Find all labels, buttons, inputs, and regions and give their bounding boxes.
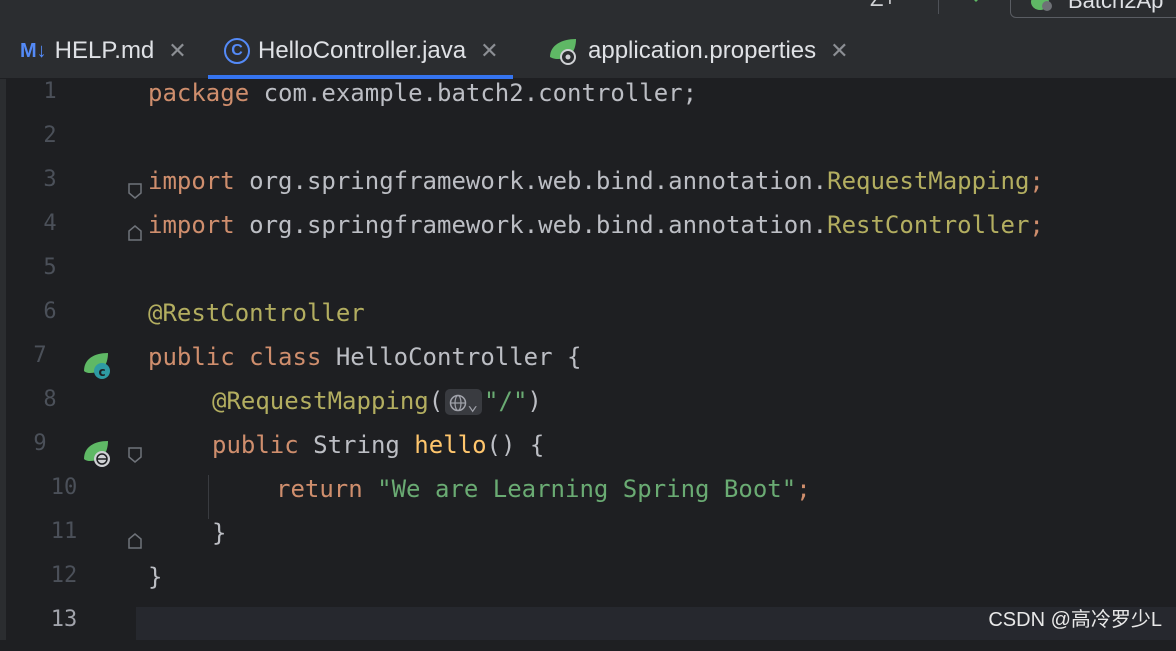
code-line-10: return "We are Learning Spring Boot";: [276, 475, 811, 503]
fold-marker-icon[interactable]: [128, 183, 142, 199]
close-icon[interactable]: ✕: [480, 38, 498, 64]
spring-properties-icon: [550, 39, 576, 65]
fold-end-icon[interactable]: [128, 533, 142, 549]
line-number: 8: [43, 387, 57, 412]
line-number: 2: [43, 123, 57, 148]
fold-end-icon[interactable]: [128, 225, 142, 241]
code-line-12: }: [148, 563, 163, 591]
code-line-1: package com.example.batch2.controller;: [148, 79, 698, 107]
svg-text:c: c: [98, 365, 105, 379]
close-icon[interactable]: ✕: [830, 38, 848, 64]
line-number: 7: [33, 343, 47, 368]
line-number: 1: [43, 79, 57, 104]
code-line-11: }: [212, 519, 227, 547]
java-class-icon: C: [224, 38, 250, 64]
line-number: 3: [43, 167, 57, 192]
line-number: 11: [50, 519, 78, 544]
code-line-9: public String hello() {: [212, 431, 545, 459]
tab-hellocontroller-java[interactable]: C HelloController.java ✕: [208, 24, 513, 79]
editor-gutter: 1 2 3 4 5 6 7 8 9 10 11 12 13 c: [0, 79, 142, 640]
url-inlay-hint[interactable]: ⌄: [445, 389, 483, 415]
code-line-8: @RequestMapping(⌄ "/"): [212, 387, 542, 415]
gutter-edge: [0, 79, 6, 640]
line-number: 6: [43, 299, 57, 324]
add-icon[interactable]: Z+: [870, 0, 896, 12]
run-configuration-label: Batch2Ap: [1068, 0, 1164, 13]
close-icon[interactable]: ✕: [168, 38, 186, 64]
line-number: 4: [43, 211, 57, 236]
tab-label: HelloController.java: [258, 37, 467, 64]
hammer-icon[interactable]: [968, 0, 986, 6]
line-number: 10: [50, 475, 78, 500]
line-number: 12: [50, 563, 78, 588]
tab-help-md[interactable]: M↓ HELP.md ✕: [20, 24, 187, 78]
spring-bean-icon[interactable]: c: [82, 351, 112, 381]
spring-web-endpoint-icon[interactable]: [82, 439, 112, 469]
code-line-4: import org.springframework.web.bind.anno…: [148, 211, 1044, 239]
globe-icon: [449, 394, 467, 412]
watermark: CSDN @高冷罗少L: [988, 609, 1162, 631]
top-toolbar: Z+ Batch2Ap: [0, 0, 1176, 24]
editor-tab-bar: M↓ HELP.md ✕ C HelloController.java ✕ ap…: [0, 24, 1176, 79]
toolbar-divider: [938, 0, 939, 14]
code-line-7: public class HelloController {: [148, 343, 582, 371]
code-content[interactable]: package com.example.batch2.controller; i…: [142, 79, 1176, 640]
line-number: 9: [33, 431, 47, 456]
tab-label: application.properties: [588, 37, 817, 64]
tab-application-properties[interactable]: application.properties ✕: [548, 24, 849, 78]
line-number: 5: [43, 255, 57, 280]
line-number: 13: [50, 607, 78, 632]
code-editor[interactable]: 1 2 3 4 5 6 7 8 9 10 11 12 13 c package …: [0, 79, 1176, 640]
markdown-icon: M↓: [20, 39, 47, 62]
fold-marker-icon[interactable]: [128, 447, 142, 463]
code-line-6: @RestController: [148, 299, 365, 327]
chevron-down-icon: ⌄: [467, 394, 479, 415]
spring-boot-icon: [1031, 0, 1052, 11]
code-line-3: import org.springframework.web.bind.anno…: [148, 167, 1044, 195]
tab-label: HELP.md: [54, 37, 155, 64]
